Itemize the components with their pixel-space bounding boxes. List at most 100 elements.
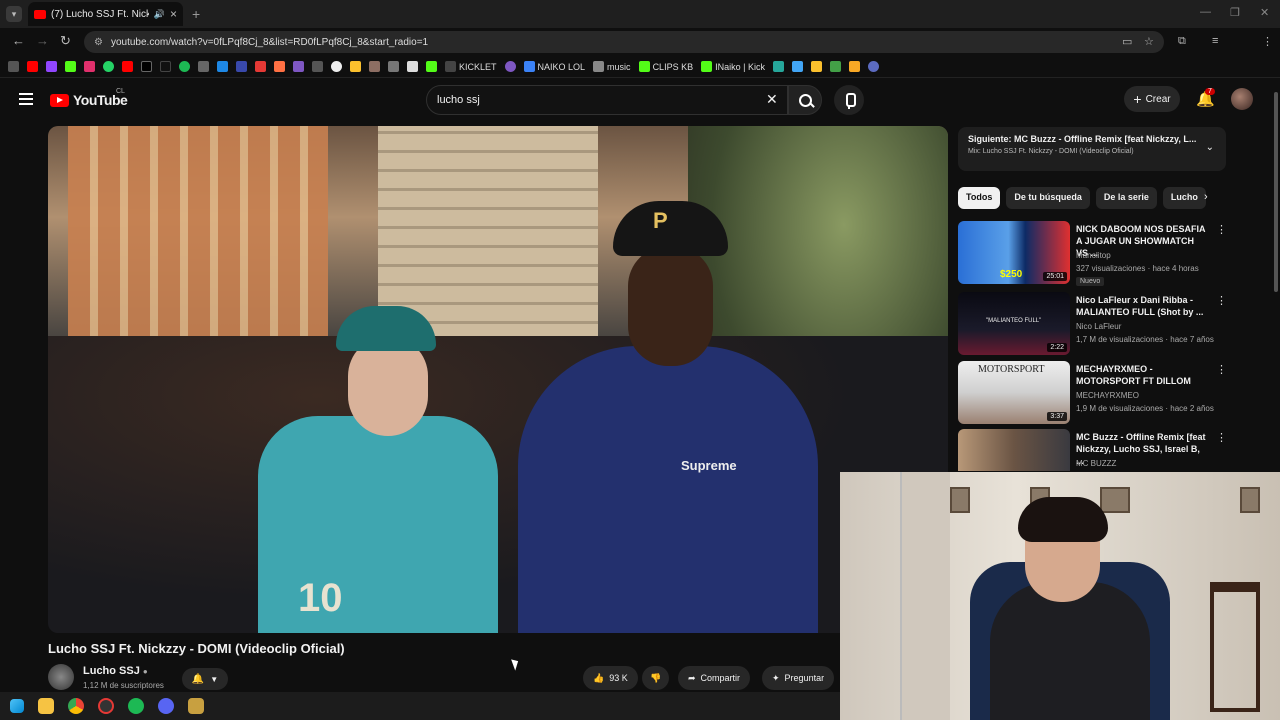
forward-icon[interactable]: → [36,33,49,48]
up-next-panel[interactable]: Siguiente: MC Buzzz - Offline Remix [fea… [958,127,1226,171]
bookmark-item[interactable] [141,61,152,72]
bookmark-item[interactable] [848,61,860,72]
bookmark-item[interactable] [810,61,822,72]
address-bar[interactable]: ⚙ youtube.com/watch?v=0fLPqf8Cj_8&list=R… [84,31,1164,53]
bookmark-item[interactable] [369,61,380,72]
bookmark-inaiko-kick[interactable]: INaiko | Kick [701,61,765,72]
bookmark-item[interactable] [274,61,285,72]
chevron-right-icon[interactable]: › [1204,191,1208,203]
reload-icon[interactable]: ↻ [60,33,71,49]
more-options-icon[interactable]: ⋮ [1216,223,1227,236]
bookmark-item[interactable] [198,61,209,72]
video-thumbnail[interactable]: MOTORSPORT 3:37 [958,361,1070,424]
file-explorer-icon[interactable] [38,698,54,714]
voice-search-icon[interactable] [834,85,864,115]
speaker-icon[interactable]: 🔊 [154,9,165,20]
video-thumbnail[interactable] [958,429,1070,471]
bookmark-star-icon[interactable]: ☆ [1144,35,1154,48]
chevron-down-icon[interactable]: ⌄ [1206,142,1214,153]
new-tab-icon[interactable]: + [192,6,200,22]
bookmark-music[interactable]: music [593,61,631,72]
tab-close-icon[interactable]: × [170,7,177,21]
bookmark-item[interactable] [407,61,418,72]
bookmark-item[interactable] [426,61,437,72]
league-icon[interactable] [188,698,204,714]
page-scrollbar[interactable] [1274,92,1278,292]
bookmark-item[interactable] [331,61,342,72]
bookmark-clips-kb[interactable]: CLIPS KB [638,61,693,72]
bookmark-item[interactable] [312,61,323,72]
bookmark-item[interactable] [791,61,803,72]
bookmark-item[interactable] [867,61,879,72]
chip-todos[interactable]: Todos [958,187,1001,209]
search-input[interactable]: lucho ssj [426,85,788,115]
ask-button[interactable]: ✦ Preguntar [762,666,835,690]
bookmark-item[interactable] [160,61,171,72]
tab-youtube[interactable]: (7) Lucho SSJ Ft. Nickzzy - DOMI 🔊 × [28,2,183,26]
bookmark-item[interactable] [829,61,841,72]
more-options-icon[interactable]: ⋮ [1216,294,1227,307]
bookmark-icon [331,61,342,72]
cast-icon[interactable]: ▭ [1122,35,1132,48]
create-button[interactable]: + Crear [1124,86,1180,112]
close-window-icon[interactable]: ✕ [1260,6,1269,19]
bookmark-item[interactable] [772,61,784,72]
share-button[interactable]: ➦ Compartir [678,666,751,690]
chrome-icon[interactable] [68,698,84,714]
site-info-icon[interactable]: ⚙ [94,37,103,48]
bookmark-item[interactable] [350,61,361,72]
extensions-icon[interactable]: ⧉ [1178,35,1186,48]
spotify-icon[interactable] [128,698,144,714]
channel-avatar[interactable] [48,664,74,690]
subscription-bell-button[interactable]: 🔔 ▼ [182,668,228,690]
bookmark-kicklet[interactable]: KICKLET [445,61,497,72]
like-button[interactable]: 👍 93 K [583,666,638,690]
tab-search-icon[interactable]: ▾ [6,6,22,22]
bookmark-item[interactable] [27,61,38,72]
dislike-button[interactable]: 👎 [642,666,670,690]
bookmark-item[interactable] [255,61,266,72]
more-options-icon[interactable]: ⋮ [1216,363,1227,376]
bookmark-item[interactable] [179,61,190,72]
video-scene-building-left [68,126,328,356]
recommended-video[interactable]: MOTORSPORT 3:37 MECHAYRXMEO - MOTORSPORT… [958,361,1228,425]
bookmark-item[interactable] [388,61,399,72]
channel-name[interactable]: Lucho SSJ ● [83,665,148,677]
clear-search-icon[interactable]: ✕ [766,91,778,108]
url-text: youtube.com/watch?v=0fLPqf8Cj_8&list=RD0… [110,36,429,48]
account-avatar[interactable] [1231,88,1253,110]
recommended-video[interactable]: "MALIANTEO FULL" 2:22 Nico LaFleur x Dan… [958,292,1228,356]
bookmark-item[interactable] [236,61,247,72]
chip-de-tu-busqueda[interactable]: De tu búsqueda [1006,187,1090,209]
bookmark-item[interactable] [504,61,516,72]
chip-de-la-serie[interactable]: De la serie [1095,187,1157,209]
more-options-icon[interactable]: ⋮ [1216,431,1227,444]
discord-icon[interactable] [158,698,174,714]
bookmark-icon [772,61,784,72]
search-button[interactable] [788,85,822,115]
kicklet-icon [445,61,456,72]
bookmark-item[interactable] [293,61,304,72]
video-player[interactable]: 10 P Supreme [48,126,948,633]
video-thumbnail[interactable]: "MALIANTEO FULL" 2:22 [958,292,1070,355]
recommended-video[interactable]: MC Buzzz - Offline Remix [feat Nickzzy, … [958,429,1228,471]
menu-dots-icon[interactable]: ⋮ [1262,35,1273,48]
bookmark-item[interactable] [122,61,133,72]
bookmark-item[interactable] [217,61,228,72]
bookmark-item[interactable] [46,61,57,72]
video-thumbnail[interactable]: $250 25:01 [958,221,1070,284]
media-icon[interactable]: ≡ [1212,35,1218,47]
chip-lucho[interactable]: Lucho [1162,187,1206,209]
minimize-icon[interactable]: — [1200,6,1211,18]
bookmark-naiko-lol[interactable]: NAIKO LOL [523,61,585,72]
recommended-video[interactable]: $250 25:01 NICK DABOOM NOS DESAFIA A JUG… [958,221,1228,286]
obs-icon[interactable] [98,698,114,714]
apps-grid-icon[interactable] [8,61,19,72]
back-icon[interactable]: ← [12,33,25,48]
bookmark-item[interactable] [65,61,76,72]
bookmark-item[interactable] [84,61,95,72]
bookmark-item[interactable] [103,61,114,72]
hamburger-menu-icon[interactable] [19,93,33,105]
maximize-icon[interactable]: ❐ [1230,6,1240,19]
windows-start-icon[interactable] [10,699,24,713]
